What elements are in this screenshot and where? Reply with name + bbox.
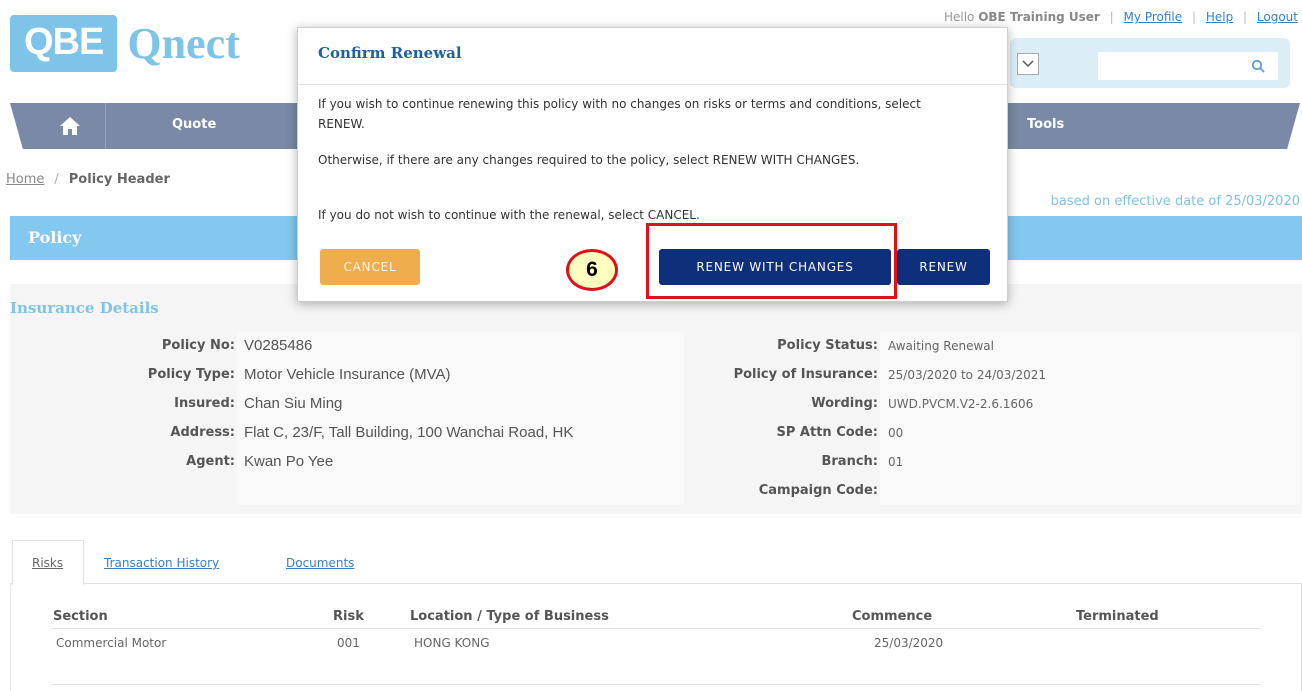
search-scope-select[interactable] [1017,53,1039,75]
top-links: Hello OBE Training User | My Profile | H… [944,10,1298,24]
search-input[interactable] [1098,52,1238,80]
separator: | [1243,10,1248,24]
campaign-code-label: Campaign Code: [758,483,878,498]
greeting: Hello [943,10,975,24]
logout-link[interactable]: Logout [1257,10,1298,24]
breadcrumb: Home / Policy Header [6,172,170,187]
cell-location: HONG KONG [414,636,490,650]
effective-date-note: based on effective date of 25/03/2020 [1050,194,1300,209]
breadcrumb-separator: / [54,172,59,187]
insurance-right-values-area [880,332,1300,505]
column-header-terminated: Terminated [1076,609,1159,624]
nav-divider [105,103,106,149]
breadcrumb-current: Policy Header [68,172,170,187]
modal-divider [298,84,1007,85]
branch-value: 01 [888,455,904,469]
help-link[interactable]: Help [1206,10,1233,24]
column-header-location: Location / Type of Business [410,609,609,624]
agent-value: Kwan Po Yee [244,453,334,470]
nav-home[interactable] [58,115,82,137]
tab-content-area [10,584,1302,691]
agent-label: Agent: [186,454,235,469]
policy-of-insurance-label: Policy of Insurance: [733,367,878,382]
insurance-details-title: Insurance Details [10,299,159,317]
column-header-commence: Commence [852,609,933,624]
cell-commence: 25/03/2020 [874,636,944,650]
column-header-risk: Risk [333,609,364,624]
cell-risk: 001 [337,636,360,650]
sp-attn-code-value: 00 [888,426,904,440]
logo-name: Qnect [127,18,240,68]
breadcrumb-home[interactable]: Home [6,172,44,187]
policy-bar-title: Policy [28,228,82,247]
search-icon [1251,59,1265,73]
modal-paragraph-renew-with-changes: Otherwise, if there are any changes requ… [318,153,860,167]
policy-no-value: V0285486 [244,337,313,354]
wording-label: Wording: [811,396,878,411]
tab-transaction-history[interactable]: Transaction History [104,556,219,570]
separator: | [1191,10,1197,24]
home-icon [60,117,80,135]
branch-label: Branch: [821,454,878,469]
search-button[interactable] [1238,52,1278,80]
separator: | [1109,10,1114,24]
nav-item-quote[interactable]: Quote [172,117,216,132]
sp-attn-code-label: SP Attn Code: [776,425,878,440]
policy-type-label: Policy Type: [147,367,235,382]
policy-of-insurance-value: 25/03/2020 to 24/03/2021 [888,368,1047,382]
cell-section: Commercial Motor [56,636,167,650]
my-profile-link[interactable]: My Profile [1124,10,1183,24]
column-header-section: Section [53,609,108,624]
policy-type-value: Motor Vehicle Insurance (MVA) [244,366,451,383]
table-header-divider [52,628,1260,629]
highlight-box [646,223,897,299]
tab-documents[interactable]: Documents [286,556,354,570]
wording-value: UWD.PVCM.V2-2.6.1606 [888,397,1034,411]
modal-paragraph-cancel: If you do not wish to continue with the … [318,208,700,222]
insured-value: Chan Siu Ming [244,395,343,412]
tab-risks[interactable]: Risks [32,556,63,570]
nav-item-tools[interactable]: Tools [1027,117,1064,132]
user-name: OBE Training User [978,10,1100,24]
qbe-logo[interactable]: QBE Qnect [10,12,240,74]
logo-box: QBE [10,14,118,72]
insurance-left-values-area [237,332,684,505]
step-number-badge: 6 [566,249,618,291]
cancel-button[interactable]: CANCEL [320,249,420,285]
insured-label: Insured: [174,396,235,411]
address-value: Flat C, 23/F, Tall Building, 100 Wanchai… [244,424,574,441]
renew-button[interactable]: RENEW [897,249,990,285]
policy-no-label: Policy No: [161,338,235,353]
modal-title: Confirm Renewal [318,44,462,62]
policy-status-value: Awaiting Renewal [888,339,994,353]
address-label: Address: [170,425,235,440]
modal-paragraph-renew: If you wish to continue renewing this po… [318,97,921,131]
policy-status-label: Policy Status: [777,338,878,353]
table-bottom-divider [52,684,1260,685]
chevron-down-icon [1022,60,1034,68]
